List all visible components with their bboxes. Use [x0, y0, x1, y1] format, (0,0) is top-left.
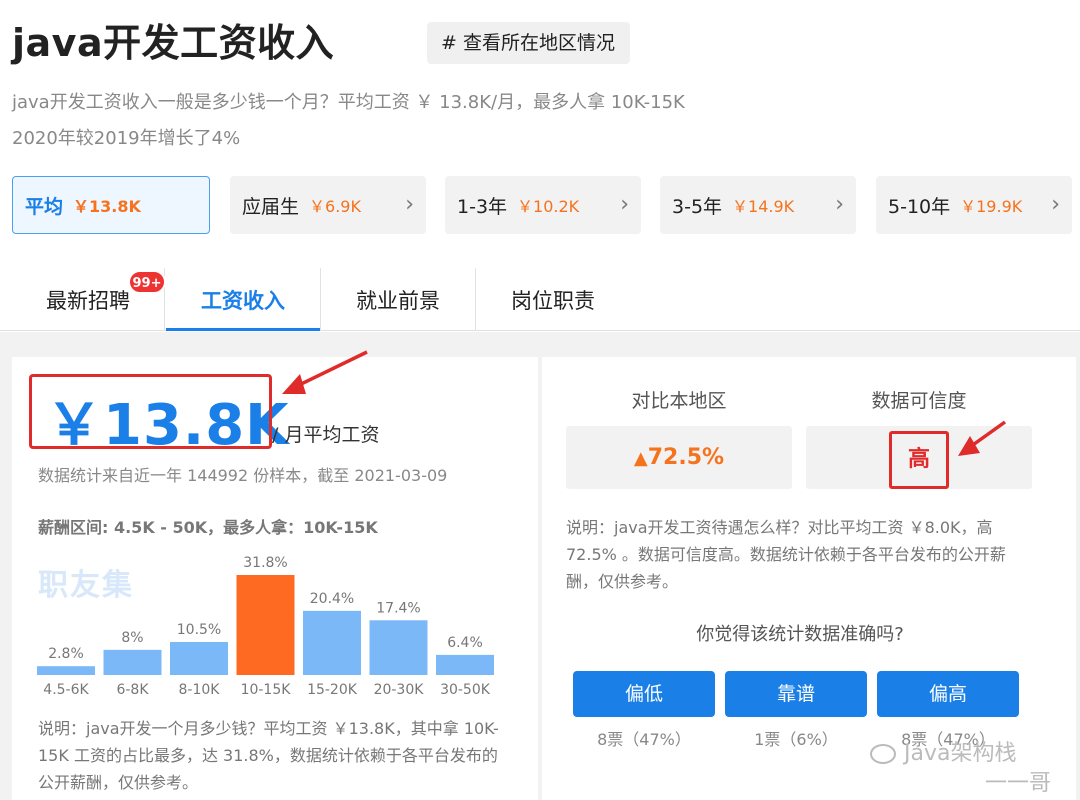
- filter-3-5-years[interactable]: 3-5年 ￥14.9K ›: [660, 176, 856, 234]
- category-tick-label: 8-10K: [179, 682, 221, 698]
- filter-label: 3-5年: [672, 195, 723, 218]
- filter-label: 5-10年: [888, 195, 951, 218]
- bar-value-label: 8%: [121, 630, 143, 646]
- bar-value-label: 2.8%: [48, 646, 84, 662]
- bar-15-20K: [303, 610, 361, 675]
- vote-low-button[interactable]: 偏低: [573, 671, 715, 717]
- filter-graduate[interactable]: 应届生 ￥6.9K ›: [230, 176, 426, 234]
- filter-label: 应届生: [242, 195, 300, 218]
- compare-value-box: ▲72.5%: [566, 426, 792, 489]
- vote-low-count: 8票（47%）: [597, 730, 691, 749]
- vote-accurate-count: 1票（6%）: [754, 730, 838, 749]
- accuracy-question: 你觉得该统计数据准确吗?: [696, 624, 904, 645]
- bar-value-label: 31.8%: [243, 555, 287, 571]
- credibility-header: 数据可信度: [871, 390, 967, 412]
- bar-30-50K: [436, 654, 494, 675]
- filter-label: 平均: [25, 195, 64, 218]
- bar-value-label: 10.5%: [177, 622, 221, 638]
- bar-value-label: 17.4%: [376, 600, 420, 616]
- category-tick-label: 15-20K: [307, 682, 358, 698]
- watermark-text: Java架构栈: [904, 741, 1017, 766]
- filter-average[interactable]: 平均 ￥13.8K: [12, 176, 210, 234]
- category-tick-label: 30-50K: [440, 682, 491, 698]
- chevron-right-icon: ›: [620, 192, 629, 217]
- category-tick-label: 10-15K: [241, 682, 292, 698]
- bar-value-label: 20.4%: [310, 591, 354, 607]
- watermark-author: 一一哥: [985, 771, 1052, 796]
- filter-1-3-years[interactable]: 1-3年 ￥10.2K ›: [445, 176, 641, 234]
- bar-value-label: 6.4%: [447, 635, 483, 651]
- filter-value: ￥13.8K: [73, 197, 141, 216]
- wechat-icon: [870, 744, 896, 764]
- compare-header: 对比本地区: [631, 390, 727, 412]
- filter-value: ￥19.9K: [960, 197, 1023, 216]
- region-chip-button[interactable]: # 查看所在地区情况: [427, 22, 630, 64]
- page-title: java开发工资收入: [12, 21, 335, 65]
- bar-8-10K: [170, 641, 228, 675]
- chevron-right-icon: ›: [405, 192, 414, 217]
- comparison-note: 说明：java开发工资待遇怎么样？对比平均工资 ￥8.0K，高 72.5% 。数…: [566, 518, 1006, 591]
- notification-badge: 99+: [128, 270, 166, 294]
- filter-value: ￥6.9K: [309, 197, 361, 216]
- vote-accurate-button[interactable]: 靠谱: [725, 671, 867, 717]
- tab-prospects[interactable]: 就业前景: [321, 268, 475, 331]
- salary-description: java开发工资收入一般是多少钱一个月？平均工资 ￥ 13.8K/月，最多人拿 …: [12, 92, 685, 113]
- chevron-right-icon: ›: [1051, 192, 1060, 217]
- bar-20-30K: [369, 620, 428, 675]
- salary-distribution-chart: 2.8% 4.5-6K 8% 6-8K 10.5% 8-10K 31.8% 10-15K 20.…: [37, 555, 494, 698]
- vote-high-button[interactable]: 偏高: [877, 671, 1019, 717]
- category-tick-label: 4.5-6K: [43, 682, 89, 698]
- filter-5-10-years[interactable]: 5-10年 ￥19.9K ›: [876, 176, 1072, 234]
- bar-10-15K: [236, 575, 295, 675]
- credibility-value: 高: [889, 431, 949, 489]
- category-tick-label: 20-30K: [374, 682, 425, 698]
- highlight-box: [29, 374, 272, 449]
- filter-value: ￥14.9K: [732, 197, 795, 216]
- chevron-right-icon: ›: [835, 192, 844, 217]
- tab-salary[interactable]: 工资收入: [166, 268, 320, 331]
- tab-responsibilities[interactable]: 岗位职责: [476, 268, 630, 331]
- salary-range-label: 薪酬区间: 4.5K - 50K，最多人拿：10K-15K: [38, 518, 378, 537]
- bar-6-8K: [103, 649, 162, 675]
- compare-value: 72.5%: [647, 445, 725, 470]
- filter-value: ￥10.2K: [517, 197, 580, 216]
- growth-text: 2020年较2019年增长了4%: [12, 128, 241, 149]
- filter-label: 1-3年: [457, 195, 508, 218]
- wechat-watermark: Java架构栈: [870, 735, 1016, 767]
- bar-4.5-6K: [37, 666, 95, 675]
- category-tick-label: 6-8K: [116, 682, 149, 698]
- arrow-up-icon: ▲: [633, 448, 648, 469]
- salary-unit-label: / 月平均工资: [272, 424, 380, 446]
- salary-note: 说明：java开发一个月多少钱？平均工资 ￥13.8K，其中拿 10K-15K …: [38, 719, 499, 792]
- sample-source-text: 数据统计来自近一年 144992 份样本，截至 2021-03-09: [38, 466, 448, 485]
